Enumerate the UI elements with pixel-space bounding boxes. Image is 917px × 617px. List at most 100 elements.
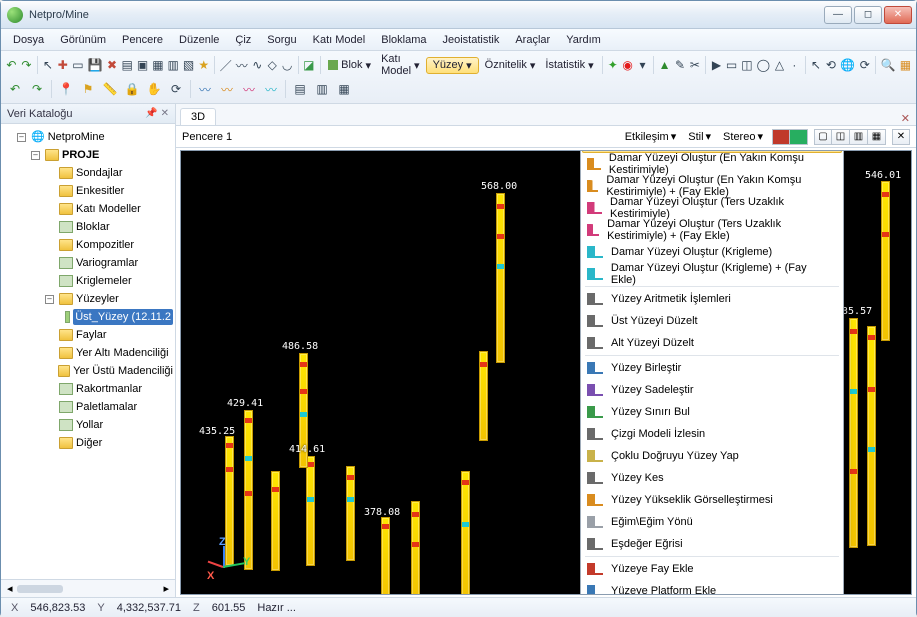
wave-b-icon[interactable]: 〰 xyxy=(217,79,237,99)
world-icon[interactable]: 🌐 xyxy=(839,55,856,75)
curve-icon[interactable]: ∿ xyxy=(251,55,264,75)
up-icon[interactable]: ▲ xyxy=(658,55,672,75)
pal-icon[interactable]: ▦ xyxy=(899,55,912,75)
edit-icon[interactable]: ✎ xyxy=(674,55,687,75)
pin-icon[interactable]: 📌 ✕ xyxy=(145,108,169,119)
save-icon[interactable]: 💾 xyxy=(87,55,104,75)
tree-root[interactable]: –🌐 NetproMine xyxy=(17,128,173,146)
dropdown-item[interactable]: Yüzey Kes xyxy=(581,467,843,489)
rotate3d-icon[interactable]: ⟳ xyxy=(166,79,186,99)
dropdown-item[interactable]: Yüzeye Fay Ekle xyxy=(581,558,843,580)
menu-araçlar[interactable]: Araçlar xyxy=(507,29,558,50)
tree-item[interactable]: Diğer xyxy=(45,434,173,452)
menu-katı model[interactable]: Katı Model xyxy=(305,29,374,50)
wave-a-icon[interactable]: 〰 xyxy=(195,79,215,99)
menu-jeoistatistik[interactable]: Jeoistatistik xyxy=(434,29,507,50)
tab-3d[interactable]: 3D xyxy=(180,108,216,125)
tree-item[interactable]: Rakortmanlar xyxy=(45,380,173,398)
redo-icon[interactable]: ↷ xyxy=(27,79,47,99)
project-tree[interactable]: –🌐 NetproMine – PROJE Sondajlar Enkesitl… xyxy=(1,124,175,579)
ruler-icon[interactable]: 📏 xyxy=(100,79,120,99)
minimize-button[interactable]: — xyxy=(824,6,852,24)
tab-close-icon[interactable]: ✕ xyxy=(901,112,910,125)
tree-item[interactable]: Variogramlar xyxy=(45,254,173,272)
blok-menu[interactable]: Blok ▾ xyxy=(324,59,375,72)
select-arrow-icon[interactable]: ▶ xyxy=(710,55,723,75)
yuzey-menu[interactable]: Yüzey ▾ xyxy=(426,57,479,74)
chart-icon[interactable]: ▧ xyxy=(182,55,195,75)
dropdown-item[interactable]: Yüzey Yükseklik Görselleştirmesi xyxy=(581,489,843,511)
delete-icon[interactable]: ✖ xyxy=(106,55,119,75)
layout-2-icon[interactable]: ◫ xyxy=(832,129,850,145)
sidebar-scrollbar[interactable]: ◂▸ xyxy=(1,579,175,597)
dropdown-item[interactable]: Üst Yüzeyi Düzelt xyxy=(581,310,843,332)
tree-item[interactable]: – Yüzeyler xyxy=(45,290,173,308)
dropdown-item[interactable]: Yüzey Sadeleştir xyxy=(581,379,843,401)
maximize-button[interactable]: ◻ xyxy=(854,6,882,24)
tree-item[interactable]: Faylar xyxy=(45,326,173,344)
db-icon[interactable]: ▥ xyxy=(167,55,180,75)
dropdown-item[interactable]: Yüzeye Platform Ekle xyxy=(581,580,843,595)
clip-icon[interactable]: ▣ xyxy=(136,55,149,75)
oznitelik-menu[interactable]: Öznitelik ▾ xyxy=(481,59,540,72)
dropdown-item[interactable]: Çoklu Doğruyu Yüzey Yap xyxy=(581,445,843,467)
square-icon[interactable]: ▭ xyxy=(71,55,84,75)
tree-item[interactable]: Yer Altı Madenciliği xyxy=(45,344,173,362)
wave-c-icon[interactable]: 〰 xyxy=(239,79,259,99)
tree-item[interactable]: Enkesitler xyxy=(45,182,173,200)
dropdown-item[interactable]: Damar Yüzeyi Oluştur (Ters Uzaklık Kesti… xyxy=(581,197,843,219)
rect-icon[interactable]: ▭ xyxy=(725,55,738,75)
pick-icon[interactable]: ↖ xyxy=(809,55,822,75)
undo-icon[interactable]: ↶ xyxy=(5,79,25,99)
tree-item[interactable]: Bloklar xyxy=(45,218,173,236)
color-pill-red[interactable] xyxy=(772,129,790,145)
nav-fwd-icon[interactable]: ↷ xyxy=(20,55,33,75)
dropdown-item[interactable]: Yüzey Sınırı Bul xyxy=(581,401,843,423)
menu-dosya[interactable]: Dosya xyxy=(5,29,52,50)
dropdown-item[interactable]: Eşdeğer Eğrisi xyxy=(581,533,843,555)
menu-bloklama[interactable]: Bloklama xyxy=(373,29,434,50)
close-button[interactable]: ✕ xyxy=(884,6,912,24)
pin-icon[interactable]: 📍 xyxy=(56,79,76,99)
tree-item[interactable]: Kriglemeler xyxy=(45,272,173,290)
flag-icon[interactable]: ⚑ xyxy=(78,79,98,99)
point-icon[interactable]: · xyxy=(788,55,801,75)
layer-b-icon[interactable]: ▥ xyxy=(312,79,332,99)
shape-icon[interactable]: ◇ xyxy=(266,55,279,75)
menu-düzenle[interactable]: Düzenle xyxy=(171,29,227,50)
stil-menu[interactable]: Stil ▾ xyxy=(685,130,714,143)
dropdown-item[interactable]: Damar Yüzeyi Oluştur (Ters Uzaklık Kesti… xyxy=(581,219,843,241)
cube-icon[interactable]: ◪ xyxy=(302,55,315,75)
etkilesim-menu[interactable]: Etkileşim ▾ xyxy=(622,130,680,143)
marker2-icon[interactable]: ◉ xyxy=(621,55,634,75)
cut-icon[interactable]: ✂ xyxy=(688,55,701,75)
menu-pencere[interactable]: Pencere xyxy=(114,29,171,50)
dropdown-item[interactable]: Damar Yüzeyi Oluştur (En Yakın Komşu Kes… xyxy=(581,175,843,197)
dropdown-item[interactable]: Yüzey Birleştir xyxy=(581,357,843,379)
view-close-icon[interactable]: ✕ xyxy=(892,129,910,145)
menu-yardım[interactable]: Yardım xyxy=(558,29,609,50)
tree-item-child[interactable]: Üst_Yüzey (12.11.2 xyxy=(59,308,173,326)
zoom-icon[interactable]: 🔍 xyxy=(880,55,897,75)
dropdown-item[interactable]: Damar Yüzeyi Oluştur (Krigleme) + (Fay E… xyxy=(581,263,843,285)
tree-project[interactable]: – PROJE xyxy=(31,146,173,164)
circle-icon[interactable]: ◯ xyxy=(756,55,771,75)
tri-icon[interactable]: △ xyxy=(773,55,786,75)
lock-icon[interactable]: 🔒 xyxy=(122,79,142,99)
dropdown-item[interactable]: Alt Yüzeyi Düzelt xyxy=(581,332,843,354)
color-pill-green[interactable] xyxy=(790,129,808,145)
poly-icon[interactable]: 〰 xyxy=(235,55,249,75)
istatistik-menu[interactable]: İstatistik ▾ xyxy=(541,59,597,72)
marker1-icon[interactable]: ✦ xyxy=(606,55,619,75)
layer-c-icon[interactable]: ▦ xyxy=(334,79,354,99)
tree-item[interactable]: Kompozitler xyxy=(45,236,173,254)
marker3-icon[interactable]: ▾ xyxy=(636,55,649,75)
tree-item[interactable]: Katı Modeller xyxy=(45,200,173,218)
star-icon[interactable]: ★ xyxy=(197,55,210,75)
cross-icon[interactable]: ✚ xyxy=(56,55,69,75)
tree-item[interactable]: Paletlamalar xyxy=(45,398,173,416)
reset-icon[interactable]: ⟳ xyxy=(858,55,871,75)
dropdown-item[interactable]: Eğim\Eğim Yönü xyxy=(581,511,843,533)
open-icon[interactable]: ▤ xyxy=(121,55,134,75)
dropdown-item[interactable]: Çizgi Modeli İzlesin xyxy=(581,423,843,445)
